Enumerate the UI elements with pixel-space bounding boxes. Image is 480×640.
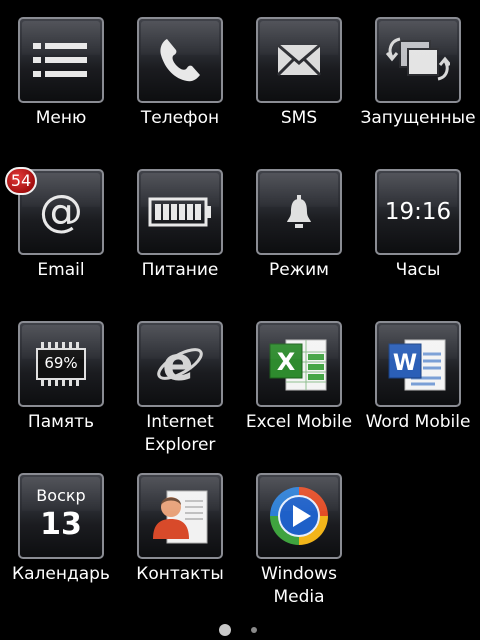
tile[interactable]: Воскр 13	[18, 473, 104, 559]
windows-media-icon	[268, 485, 330, 547]
tile[interactable]	[256, 17, 342, 103]
app-clock[interactable]: 19:16 Часы	[358, 169, 478, 282]
phone-handset-icon	[155, 35, 205, 85]
tile[interactable]: X	[256, 321, 342, 407]
tile[interactable]: 69%	[18, 321, 104, 407]
list-menu-icon	[33, 40, 89, 80]
tile[interactable]	[137, 169, 223, 255]
app-profile[interactable]: Режим	[239, 169, 359, 282]
app-label: Режим	[269, 260, 329, 280]
app-excel-mobile[interactable]: X Excel Mobile	[239, 321, 359, 434]
app-label: SMS	[280, 108, 318, 128]
app-phone[interactable]: Телефон	[120, 17, 240, 130]
app-windows-media[interactable]: Windows Media	[239, 473, 359, 609]
tile[interactable]: 19:16	[375, 169, 461, 255]
label-line: Explorer	[144, 435, 216, 455]
svg-text:W: W	[393, 351, 417, 376]
tile[interactable]	[256, 473, 342, 559]
page-dot[interactable]	[251, 627, 257, 633]
app-email[interactable]: 54 @ Email	[1, 167, 121, 282]
calendar-date: 13	[40, 507, 82, 542]
tile[interactable]: W	[375, 321, 461, 407]
calendar-icon: Воскр 13	[36, 488, 85, 542]
clock-time: 19:16	[384, 199, 452, 225]
tile[interactable]: 54 @	[5, 167, 104, 255]
app-running[interactable]: Запущенные	[358, 17, 478, 130]
tile[interactable]	[375, 17, 461, 103]
app-label: Контакты	[136, 564, 224, 584]
app-label: Меню	[35, 108, 87, 128]
tile[interactable]	[137, 17, 223, 103]
app-menu[interactable]: Меню	[1, 17, 121, 130]
app-label: Word Mobile	[365, 412, 471, 432]
svg-text:X: X	[277, 348, 296, 376]
app-label: Питание	[141, 260, 219, 280]
memory-chip-icon: 69%	[33, 341, 89, 387]
app-label: Запущенные	[360, 108, 476, 128]
app-calendar[interactable]: Воскр 13 Календарь	[1, 473, 121, 586]
page-dot-active[interactable]	[219, 624, 231, 636]
memory-value: 69%	[44, 354, 78, 372]
tile[interactable]	[18, 17, 104, 103]
page-indicator[interactable]	[0, 621, 480, 639]
app-label: Календарь	[12, 564, 110, 584]
app-label: Windows Media	[261, 563, 337, 609]
app-internet-explorer[interactable]: e Internet Explorer	[120, 321, 240, 457]
app-label: Internet Explorer	[145, 411, 216, 457]
app-label: Часы	[395, 260, 441, 280]
app-label: Телефон	[140, 108, 220, 128]
tile[interactable]: e	[137, 321, 223, 407]
tile[interactable]	[137, 473, 223, 559]
home-screen: Меню Телефон SMS Запущенные 54 @ Email П…	[0, 0, 480, 640]
app-memory[interactable]: 69% Память	[1, 321, 121, 434]
svg-text:@: @	[39, 188, 83, 236]
excel-icon: X	[268, 334, 330, 394]
label-line: Media	[273, 587, 325, 607]
unread-count-badge: 54	[5, 167, 37, 195]
running-tasks-icon	[386, 33, 450, 87]
contacts-icon	[149, 485, 211, 547]
app-label: Email	[37, 260, 85, 280]
app-power[interactable]: Питание	[120, 169, 240, 282]
bell-icon	[284, 194, 314, 230]
internet-explorer-icon: e	[154, 338, 206, 390]
tile[interactable]	[256, 169, 342, 255]
word-icon: W	[387, 334, 449, 394]
label-line: Windows	[261, 564, 337, 584]
app-sms[interactable]: SMS	[239, 17, 359, 130]
calendar-weekday: Воскр	[36, 486, 86, 505]
at-sign-icon: @	[37, 188, 85, 236]
label-line: Internet	[146, 412, 214, 432]
app-word-mobile[interactable]: W Word Mobile	[358, 321, 478, 434]
envelope-icon	[277, 44, 321, 76]
app-contacts[interactable]: Контакты	[120, 473, 240, 586]
app-label: Excel Mobile	[245, 412, 353, 432]
app-label: Память	[27, 412, 95, 432]
battery-icon	[148, 197, 212, 227]
